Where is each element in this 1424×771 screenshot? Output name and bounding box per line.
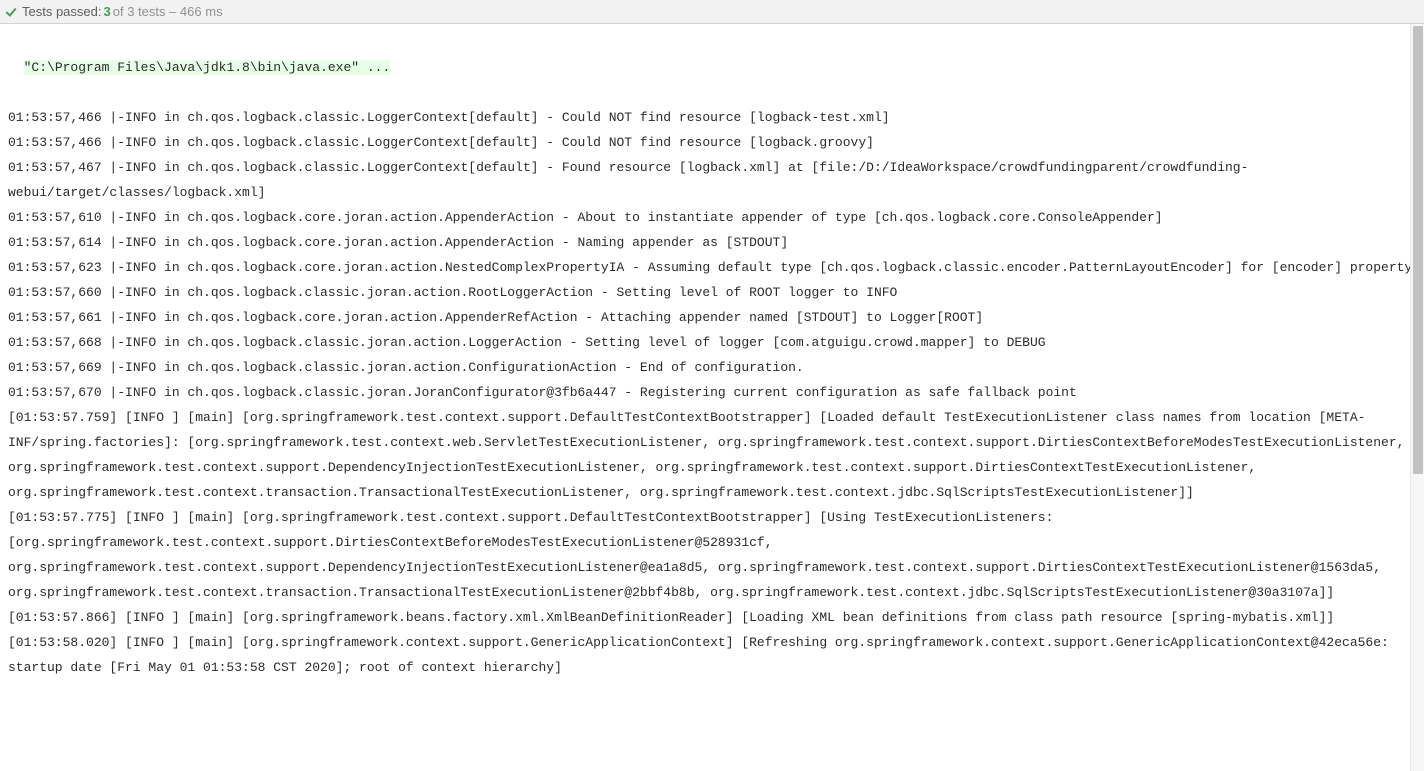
console-output[interactable]: "C:\Program Files\Java\jdk1.8\bin\java.e… bbox=[0, 24, 1424, 771]
tests-passed-detail: of 3 tests – 466 ms bbox=[113, 4, 223, 19]
log-line: 01:53:57,669 |-INFO in ch.qos.logback.cl… bbox=[8, 355, 1416, 380]
log-line: [01:53:57.775] [INFO ] [main] [org.sprin… bbox=[8, 505, 1416, 605]
check-icon bbox=[4, 5, 18, 19]
scrollbar-thumb[interactable] bbox=[1413, 26, 1423, 474]
test-status-bar: Tests passed: 3 of 3 tests – 466 ms bbox=[0, 0, 1424, 24]
tests-passed-label: Tests passed: bbox=[22, 4, 102, 19]
log-line: 01:53:57,670 |-INFO in ch.qos.logback.cl… bbox=[8, 380, 1416, 405]
log-line: [01:53:58.020] [INFO ] [main] [org.sprin… bbox=[8, 630, 1416, 680]
tests-passed-count: 3 bbox=[104, 4, 111, 19]
log-line: 01:53:57,668 |-INFO in ch.qos.logback.cl… bbox=[8, 330, 1416, 355]
log-line: [01:53:57.866] [INFO ] [main] [org.sprin… bbox=[8, 605, 1416, 630]
log-line: 01:53:57,614 |-INFO in ch.qos.logback.co… bbox=[8, 230, 1416, 255]
log-line: 01:53:57,660 |-INFO in ch.qos.logback.cl… bbox=[8, 280, 1416, 305]
command-line: "C:\Program Files\Java\jdk1.8\bin\java.e… bbox=[24, 60, 391, 75]
log-line: 01:53:57,466 |-INFO in ch.qos.logback.cl… bbox=[8, 130, 1416, 155]
log-line: 01:53:57,623 |-INFO in ch.qos.logback.co… bbox=[8, 255, 1416, 280]
log-line: 01:53:57,467 |-INFO in ch.qos.logback.cl… bbox=[8, 155, 1416, 205]
log-line: [01:53:57.759] [INFO ] [main] [org.sprin… bbox=[8, 405, 1416, 505]
scrollbar-track[interactable] bbox=[1410, 24, 1424, 771]
log-line: 01:53:57,661 |-INFO in ch.qos.logback.co… bbox=[8, 305, 1416, 330]
log-line: 01:53:57,610 |-INFO in ch.qos.logback.co… bbox=[8, 205, 1416, 230]
log-line: 01:53:57,466 |-INFO in ch.qos.logback.cl… bbox=[8, 105, 1416, 130]
